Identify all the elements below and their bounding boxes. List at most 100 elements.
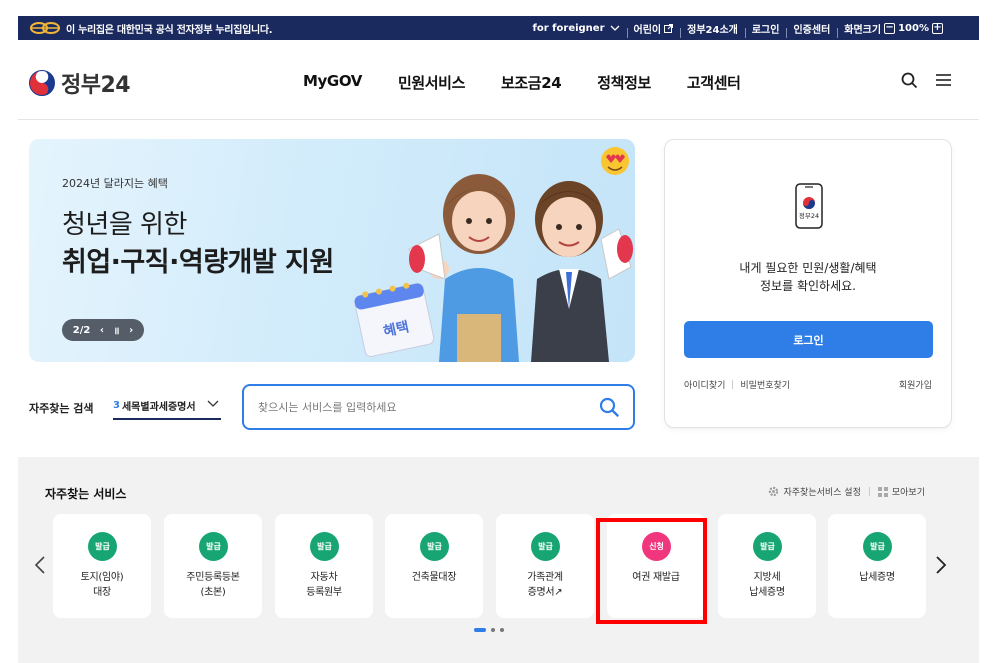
settings-label: 자주찾는서비스 설정 [783,488,861,498]
join-link[interactable]: 회원가입 [899,378,932,391]
issue-badge: 발급 [199,532,228,561]
pagination-dot[interactable] [500,628,504,632]
nav-subsidy24[interactable]: 보조금24 [501,72,562,93]
login-button[interactable]: 로그인 [684,321,933,358]
nav-mygov[interactable]: MyGOV [303,72,362,93]
pagination-dot[interactable] [491,628,495,632]
find-id-link[interactable]: 아이디찾기 [684,378,725,391]
official-site-notice: 이 누리집은 대한민국 공식 전자정부 누리집입니다. [66,24,273,36]
promo-banner[interactable]: 2024년 달라지는 혜택 청년을 위한 취업·구직·역량개발 지원 2/2 ‹… [29,139,635,362]
frequent-search-label: 자주찾는 검색 [29,402,94,415]
zoom-label: 화면크기 [844,24,882,36]
divider [868,487,870,496]
login-card: 정부24 내게 필요한 민원/생활/혜택 정보를 확인하세요. 로그인 아이디찾… [664,139,952,428]
search-button-icon[interactable] [599,397,619,417]
banner-page-indicator: 2/2 [72,324,91,336]
label-line2: 등록원부 [306,587,342,598]
issue-badge: 발급 [753,532,782,561]
label-line2: 증명서↗ [527,587,563,598]
zoom-in-button[interactable]: + [932,22,943,34]
zoom-value: 100% [898,22,929,34]
service-card-label: 지방세 납세증명 [718,570,816,600]
service-card-label: 가족관계증명서↗ [496,570,594,600]
label-line1: 주민등록등본 [186,572,240,583]
label-line1: 납세증명 [859,572,895,583]
heart-eyes-emoji-icon [601,147,629,175]
banner-title-line2: 취업·구직·역량개발 지원 [62,247,334,278]
external-link-icon [664,23,674,33]
cert-center-link[interactable]: 인증센터 [786,21,837,38]
login-message-line2: 정보를 확인하세요. [760,279,856,293]
nav-civil-services[interactable]: 민원서비스 [398,72,465,93]
find-password-link[interactable]: 비밀번호찾기 [740,378,790,391]
banner-subtitle: 2024년 달라지는 혜택 [62,177,168,190]
kids-link[interactable]: 어린이 [626,21,681,38]
site-header: 정부24 MyGOV 민원서비스 보조금24 정책정보 고객센터 [18,40,979,120]
divider [732,380,734,389]
banner-title-line1: 청년을 위한 [62,210,187,240]
service-search-input[interactable] [258,398,578,416]
frequent-search-select[interactable]: 3 세목별과세증명서 [113,392,221,420]
label-line1: 지방세 [753,572,781,583]
service-card-label: 주민등록등본 (초본) [164,570,262,600]
banner-pause-button[interactable]: ॥ [114,323,120,337]
view-all-link[interactable]: 모아보기 [877,485,925,498]
issue-badge: 발급 [863,532,892,561]
gov24-logo[interactable]: 정부24 [29,67,131,99]
grid-icon [877,486,888,497]
service-card-label: 자동차 등록원부 [275,570,373,600]
service-card-family-relation[interactable]: 발급 가족관계 증명서↗ [496,514,594,618]
main-navigation: MyGOV 민원서비스 보조금24 정책정보 고객센터 [303,72,777,93]
label-line1: 건축물대장 [411,572,457,583]
label-line2: (초본) [200,587,226,598]
account-links: 아이디찾기 비밀번호찾기 [684,378,790,391]
frequent-search-selected: 세목별과세증명서 [121,401,196,413]
carousel-next-icon[interactable] [935,555,947,575]
mobile-gov24-icon: 정부24 [795,183,823,229]
service-card-label: 토지(임야) 대장 [53,570,151,600]
service-search-box [242,384,635,430]
service-card-tax-certificate[interactable]: 발급 납세증명 [828,514,926,618]
banner-next-button[interactable]: › [129,325,133,336]
top-login-label: 로그인 [751,24,780,36]
chevron-down-icon [207,400,219,407]
carousel-pagination [474,628,509,632]
service-card-local-tax-certificate[interactable]: 발급 지방세 납세증명 [718,514,816,618]
zoom-out-button[interactable]: − [884,22,896,34]
utility-menu: for foreigner 어린이 정부24소개 로그인 인증센터 화면크기 −… [526,16,953,40]
header-icons [885,70,953,90]
logo-text: 정부24 [61,73,131,98]
top-utility-bar: 이 누리집은 대한민국 공식 전자정부 누리집입니다. for foreigne… [18,16,979,40]
zoom-control: 화면크기 − 100% + [837,21,953,38]
login-message-line1: 내게 필요한 민원/생활/혜택 [739,261,877,275]
carousel-prev-icon[interactable] [34,555,46,575]
government-symbol-icon [30,22,60,34]
hamburger-menu-icon[interactable] [933,70,953,90]
search-icon[interactable] [899,70,919,90]
issue-badge: 발급 [420,532,449,561]
banner-illustration: 혜택 [354,147,633,362]
frequent-services-settings-link[interactable]: 자주찾는서비스 설정 [768,485,861,498]
service-card-building-register[interactable]: 발급 건축물대장 [385,514,483,618]
frequent-services-title: 자주찾는 서비스 [45,487,127,501]
label-line1: 가족관계 [527,572,563,583]
cert-center-label: 인증센터 [793,24,831,36]
service-card-resident-registration[interactable]: 발급 주민등록등본 (초본) [164,514,262,618]
taegeuk-logo-icon [29,70,55,96]
label-line2: 대장 [93,587,111,598]
for-foreigner-dropdown[interactable]: for foreigner [526,23,627,34]
service-card-label: 건축물대장 [385,570,483,585]
page: 이 누리집은 대한민국 공식 전자정부 누리집입니다. for foreigne… [18,16,979,663]
nav-customer-center[interactable]: 고객센터 [687,72,741,93]
service-card-vehicle-register[interactable]: 발급 자동차 등록원부 [275,514,373,618]
service-card-label: 여권 재발급 [607,570,705,585]
service-card-land-register[interactable]: 발급 토지(임야) 대장 [53,514,151,618]
top-login-link[interactable]: 로그인 [744,21,787,38]
pagination-dot-active[interactable] [474,628,486,632]
service-card-passport-reissue[interactable]: 신청 여권 재발급 [607,514,705,618]
banner-prev-button[interactable]: ‹ [100,325,104,336]
gov24-intro-link[interactable]: 정부24소개 [680,21,745,38]
issue-badge: 발급 [310,532,339,561]
nav-policy-info[interactable]: 정책정보 [597,72,651,93]
calendar-icon: 혜택 [354,282,435,357]
